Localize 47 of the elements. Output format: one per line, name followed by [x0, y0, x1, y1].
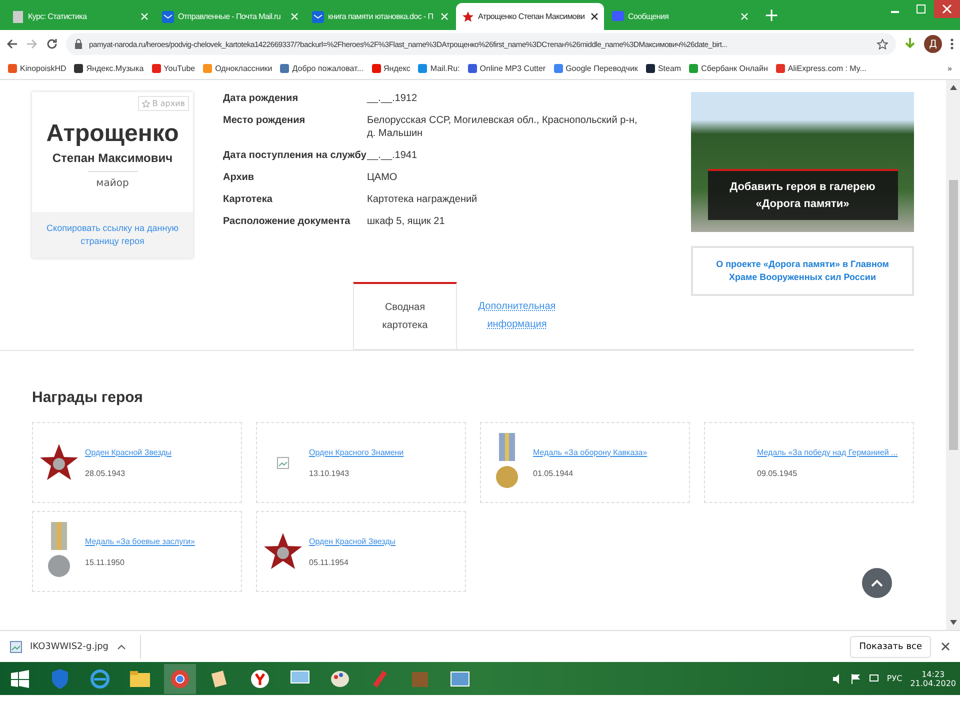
detail-value: Картотека награждений — [367, 193, 478, 206]
taskbar-clock[interactable]: 14:23 21.04.2020 — [910, 670, 956, 688]
hero-rank: майор — [96, 178, 129, 189]
award-date: 15.11.1950 — [85, 558, 124, 566]
detail-value: Белорусская ССР, Могилевская обл., Краснопольский р-н, д. Мальшин — [367, 114, 638, 140]
hero-surname: Атрощенко — [46, 120, 179, 148]
detail-label: Архив — [223, 171, 256, 184]
show-all-button[interactable]: Показать все — [850, 636, 931, 658]
language-indicator[interactable]: РУС — [886, 674, 902, 683]
bookmark[interactable]: Яндекс.Музыка — [74, 64, 144, 73]
detail-label: Место рождения — [223, 114, 306, 128]
detail-label: Расположение документа — [223, 215, 352, 228]
bookmark[interactable]: Steam — [646, 64, 682, 73]
award-link[interactable]: Медаль «За оборону Кавказа» — [533, 448, 648, 456]
award-date: 09.05.1945 — [757, 468, 798, 478]
detail-value: ЦАМО — [367, 171, 398, 184]
detail-label: Картотека — [223, 193, 274, 206]
browser-tab[interactable]: Атрощенко Степан Максимови — [456, 3, 604, 30]
detail-value: шкаф 5, ящик 21 — [367, 215, 446, 228]
more-bookmarks-button[interactable]: » — [948, 64, 952, 73]
bookmark[interactable]: Online MP3 Cutter — [468, 64, 546, 73]
detail-value: __.__.1941 — [367, 149, 418, 162]
detail-label: Дата поступления на службу — [223, 149, 367, 162]
bookmark[interactable]: Сбербанк Онлайн — [689, 64, 768, 73]
award-link[interactable]: Медаль «За боевые заслуги» — [85, 536, 195, 546]
profile-avatar[interactable]: Д — [924, 35, 942, 53]
detail-label: Дата рождения — [223, 92, 300, 105]
hero-names: Степан Максимович — [52, 151, 173, 165]
bookmark[interactable]: KinopoiskHD — [8, 64, 66, 73]
award-date: 05.11.1954 — [309, 558, 348, 566]
bookmark[interactable]: Mail.Ru: — [418, 64, 460, 73]
bookmark[interactable]: AliExpress.com : My... — [776, 64, 866, 73]
about-project-link[interactable]: О проекте «Дорога памяти» в Главном Храме Вооруженных сил России — [691, 246, 914, 296]
page-tab[interactable]: Сводная картотека — [353, 282, 457, 349]
award-date: 01.05.1944 — [533, 468, 574, 478]
award-date: 13.10.1943 — [309, 468, 350, 478]
awards-heading: Награды героя — [32, 389, 144, 406]
cathedral-photo-placeholder[interactable]: Добавить героя в галерею «Дорога памяти» — [691, 92, 914, 232]
bookmark[interactable]: Добро пожаловат... — [280, 64, 364, 73]
bookmark[interactable]: Одноклассники — [203, 64, 272, 73]
bookmark[interactable]: Google Переводчик — [554, 64, 638, 73]
award-date: 28.05.1943 — [85, 468, 126, 478]
download-item[interactable]: IKO3WWIS2-g.jpg — [10, 634, 141, 658]
bookmark[interactable]: Яндекс — [372, 64, 410, 73]
bookmark[interactable]: YouTube — [152, 64, 196, 73]
gallery-banner-text[interactable]: Добавить героя в галерею «Дорога памяти» — [708, 169, 898, 220]
detail-value: __.__.1912 — [367, 92, 418, 105]
